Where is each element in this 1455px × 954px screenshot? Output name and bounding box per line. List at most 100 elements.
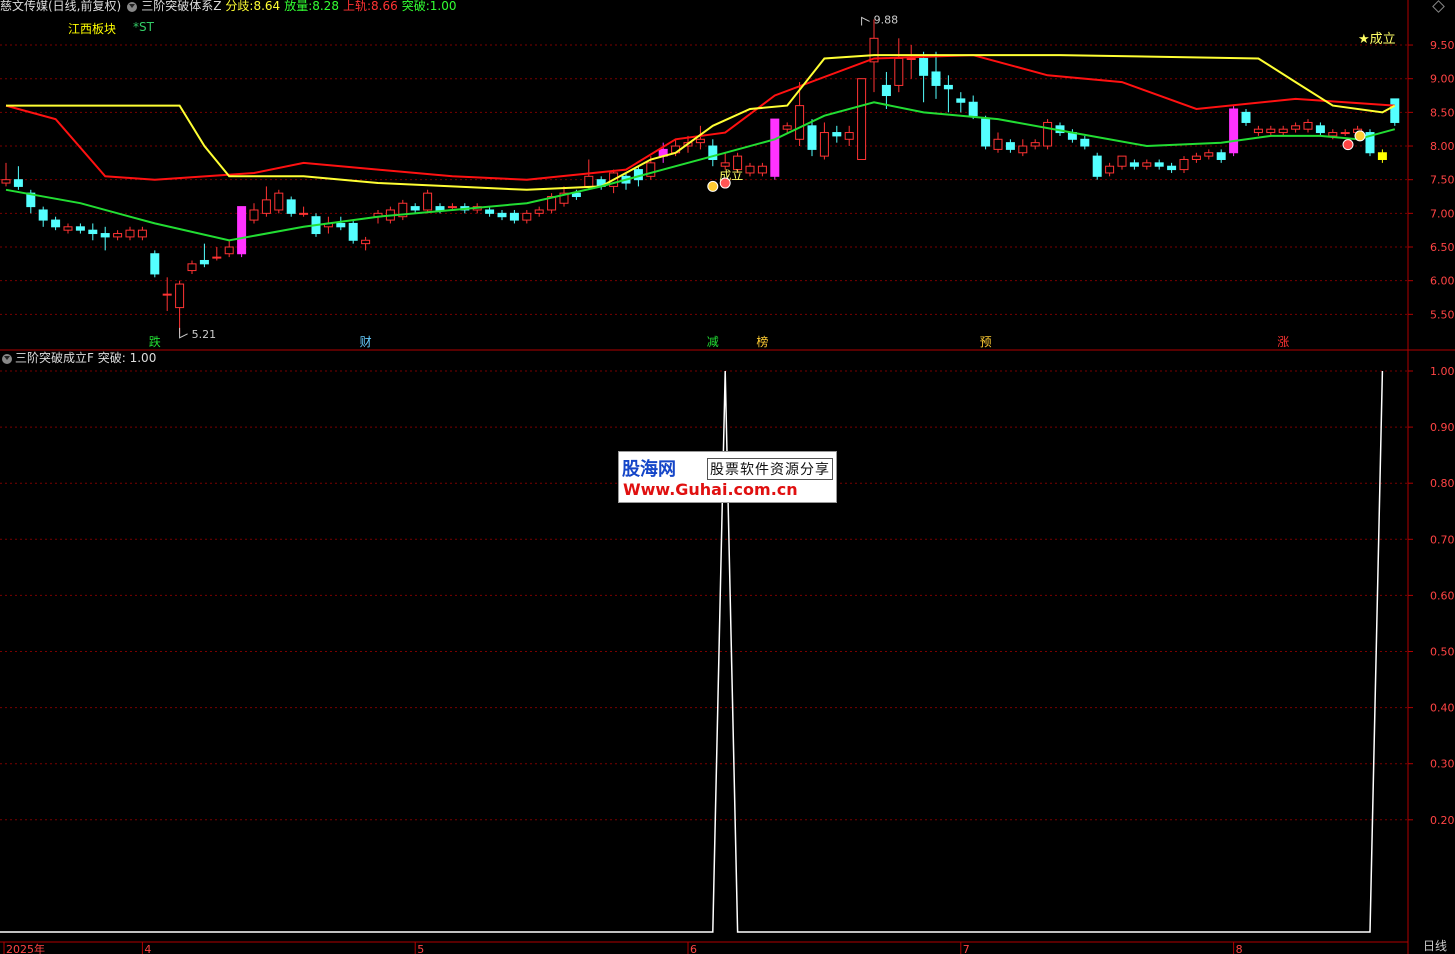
signal-bubble-icon [719, 177, 731, 189]
candle-body [447, 206, 457, 209]
candle-body [770, 118, 780, 177]
candle-body [1092, 155, 1102, 177]
candle-body [1129, 162, 1139, 167]
event-mark: 财 [360, 335, 372, 349]
candle-body [1, 179, 11, 184]
candle-body [584, 175, 594, 187]
candle-body [757, 165, 767, 174]
candle-body [237, 206, 247, 255]
candle-body [832, 132, 842, 137]
candle-body [956, 98, 966, 103]
candle-body [782, 125, 792, 130]
candle-body [100, 233, 110, 238]
candle-body [1080, 138, 1090, 147]
candle-body [1167, 165, 1177, 171]
low-label: 5.21 [192, 328, 217, 341]
candle-body [1253, 128, 1263, 134]
high-marker-arrow [861, 16, 870, 26]
main-tick-label: 8.50 [1430, 106, 1455, 119]
candle-body [1105, 165, 1115, 174]
candle-body [150, 253, 160, 275]
candle-body [38, 209, 48, 221]
candle-body [125, 229, 135, 238]
candle-body [497, 212, 507, 218]
candle-body [1142, 162, 1152, 167]
candle-body [807, 125, 817, 150]
sub-tick-label: 0.50 [1430, 646, 1455, 659]
x-tick-label: 5 [417, 943, 424, 954]
candle-body [75, 226, 85, 231]
main-tick-label: 5.50 [1430, 308, 1455, 321]
candle-body [919, 57, 929, 76]
candle-body [931, 71, 941, 86]
candle-body [1377, 152, 1387, 160]
signal-bubble-icon [707, 180, 719, 192]
candle-body [88, 229, 98, 235]
candle-body [1278, 128, 1288, 134]
candle-body [1303, 121, 1313, 130]
watermark-url: Www.Guhai.com.cn [623, 480, 798, 499]
candle-body [435, 206, 445, 211]
event-mark: 跌 [149, 334, 161, 349]
main-tick-label: 9.50 [1430, 39, 1455, 52]
candle-body [943, 84, 953, 90]
candle-body [63, 226, 73, 231]
candle-body [881, 84, 891, 97]
main-tick-label: 7.00 [1430, 207, 1455, 220]
candle-body [1328, 132, 1338, 137]
candle-body [361, 239, 371, 245]
candle-body [1030, 142, 1040, 147]
candle-body [162, 293, 172, 296]
candle-body [224, 246, 234, 255]
candle-body [522, 212, 532, 221]
candle-body [1179, 158, 1189, 171]
main-tick-label: 9.00 [1430, 73, 1455, 86]
candle-body [534, 209, 544, 214]
candle-body [336, 222, 346, 228]
candle-body [695, 138, 705, 144]
high-label: 9.88 [874, 13, 899, 26]
candle-body [1315, 125, 1325, 134]
sub-tick-label: 0.60 [1430, 589, 1455, 602]
sub-tick-label: 0.20 [1430, 814, 1455, 827]
sub-tick-label: 0.80 [1430, 477, 1455, 490]
candle-body [720, 162, 730, 167]
candle-body [509, 212, 519, 221]
candle-body [993, 138, 1003, 150]
candle-body [844, 132, 854, 140]
candle-body [286, 199, 296, 214]
sub-tick-label: 0.90 [1430, 421, 1455, 434]
event-mark: 减 [707, 335, 719, 349]
x-tick-label: 2025年 [6, 942, 45, 954]
candle-body [1154, 162, 1164, 167]
x-tick-label: 6 [690, 943, 697, 954]
candle-body [1191, 155, 1201, 160]
x-tick-label: 7 [963, 943, 970, 954]
period-label[interactable]: 日线 [1423, 937, 1447, 954]
candle-body [1018, 145, 1028, 154]
main-tick-label: 6.50 [1430, 241, 1455, 254]
sub-tick-label: 0.40 [1430, 702, 1455, 715]
candle-body [1266, 128, 1276, 134]
candle-body [906, 57, 916, 60]
candle-body [745, 165, 755, 174]
candle-body [175, 283, 185, 309]
x-tick-label: 4 [144, 943, 151, 954]
candle-body [968, 101, 978, 117]
candle-body [261, 199, 271, 214]
candle-body [187, 263, 197, 272]
candle-body [113, 233, 123, 238]
signal-bubble-icon [1354, 130, 1366, 142]
candle-body [199, 259, 209, 265]
event-mark: 涨 [1277, 334, 1289, 349]
candle-body [1216, 152, 1226, 160]
candle-body [1229, 108, 1239, 154]
candle-body [819, 132, 829, 157]
candle-body [1241, 111, 1251, 123]
candle-body [485, 209, 495, 214]
candle-body [51, 219, 61, 228]
watermark-tagline: 股票软件资源分享 [707, 458, 833, 480]
star-established-label: ★成立 [1358, 32, 1396, 47]
candle-body [410, 206, 420, 211]
signal-bubble-icon [1342, 139, 1354, 151]
